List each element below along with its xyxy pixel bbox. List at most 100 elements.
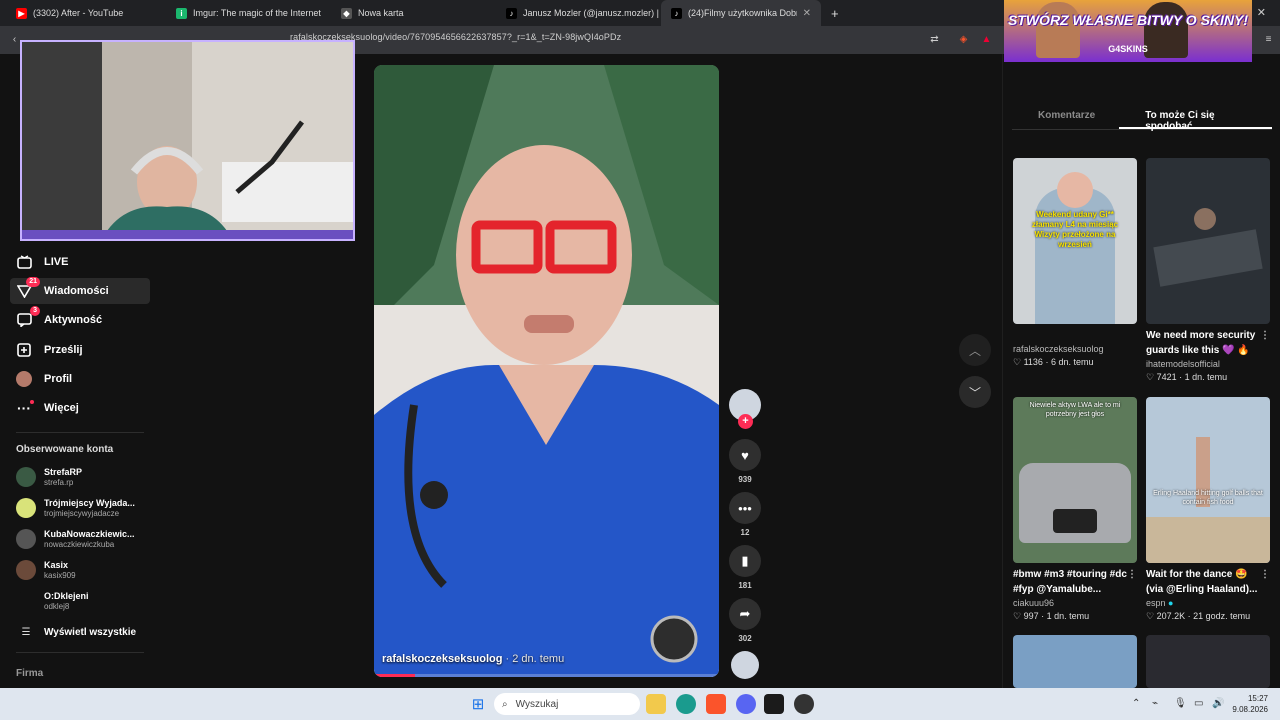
next-video-button[interactable]: ﹀ — [959, 376, 991, 408]
video-player[interactable]: rafalskoczekseksuolog · 2 dn. temu — [374, 65, 719, 677]
close-window-icon[interactable]: ✕ — [1257, 6, 1266, 19]
windows-taskbar: ⊞ ⌕ Wyszukaj ⌃ ⌁ 🎙 ▭ 🔊 15:27 9.08.2026 — [0, 688, 1280, 720]
card-stats: ♡ 207.2K · 21 godz. temu — [1146, 611, 1251, 621]
account-handle: kasix909 — [44, 570, 76, 580]
windows-start-icon[interactable]: ⊞ — [468, 694, 488, 714]
followed-account[interactable]: StrefaRP strefa.rp — [16, 463, 151, 491]
see-all-button[interactable]: ☰ Wyświetl wszystkie — [16, 618, 151, 646]
card-likes: 1136 — [1023, 357, 1043, 367]
sidebar-divider — [16, 652, 144, 653]
tray-chevron-icon[interactable]: ⌃ — [1132, 698, 1140, 709]
tab-imgur[interactable]: i Imgur: The magic of the Internet — [166, 0, 331, 26]
brave-shield-icon[interactable]: ◈ — [957, 33, 970, 46]
more-options-icon[interactable]: ⋮ — [1260, 567, 1270, 582]
taskbar-search[interactable]: ⌕ Wyszukaj — [494, 693, 640, 715]
app-icon[interactable] — [764, 694, 784, 714]
nav-live[interactable]: LIVE — [10, 249, 150, 275]
microphone-icon[interactable]: 🎙 — [1174, 698, 1187, 709]
new-tab-button[interactable]: + — [821, 0, 845, 26]
card-age: 1 dn. temu — [1184, 372, 1228, 382]
comment-count: 12 — [740, 528, 750, 537]
nav-upload[interactable]: Prześlij — [10, 337, 150, 363]
thumbnail-caption: Erling Haaland hitting golf balls that c… — [1153, 490, 1263, 506]
account-handle: strefa.rp — [44, 477, 74, 487]
profile-icon — [16, 371, 32, 387]
video-card[interactable]: Weekend udany Gi** złamany L4 na miesiąc… — [1013, 158, 1137, 368]
share-count: 302 — [738, 634, 752, 643]
rewards-icon[interactable]: ▲ — [980, 33, 993, 46]
video-card[interactable]: Niewiele aktyw LWA ale to mi potrzebny j… — [1013, 397, 1137, 622]
tab-youtube[interactable]: ▶ (3302) After - YouTube — [6, 0, 166, 26]
comment-button[interactable]: ••• — [729, 492, 761, 524]
avatar — [16, 498, 36, 518]
video-thumbnail: Erling Haaland hitting golf balls that c… — [1146, 397, 1270, 563]
edge-icon[interactable] — [676, 694, 696, 714]
tab-recommended[interactable]: To może Ci się spodobać — [1119, 110, 1272, 132]
activity-badge: 3 — [30, 306, 40, 316]
verified-icon: ● — [1168, 598, 1174, 608]
save-button[interactable]: ▮ — [729, 545, 761, 577]
nav-profile[interactable]: Profil — [10, 366, 150, 392]
video-card[interactable]: Erling Haaland hitting golf balls that c… — [1146, 397, 1270, 622]
tab-tiktok-mozler[interactable]: ♪ Janusz Mozler (@janusz.mozler) | Tik — [496, 0, 661, 26]
like-button[interactable]: ♥ — [729, 439, 761, 471]
file-explorer-icon[interactable] — [646, 694, 666, 714]
ad-banner[interactable]: STWÓRZ WŁASNE BITWY O SKINY! G4SKINS — [1004, 0, 1252, 62]
account-name: Trójmiejscy Wyjada... — [44, 497, 135, 508]
account-name: O:Dklejeni — [44, 590, 89, 601]
video-thumbnail — [1146, 635, 1270, 688]
thumbnail-caption: Niewiele aktyw LWA ale to mi potrzebny j… — [1029, 402, 1121, 418]
avatar — [16, 560, 36, 580]
volume-icon[interactable]: 🔊 — [1212, 698, 1224, 709]
followed-account[interactable]: KubaNowaczkiewic... nowaczkiewiczkuba — [16, 525, 151, 553]
previous-video-button[interactable]: ︿ — [959, 334, 991, 366]
shield-icon: ◆ — [341, 7, 352, 19]
followed-account[interactable]: Kasix kasix909 — [16, 556, 151, 584]
discord-icon[interactable] — [736, 694, 756, 714]
streamer-webcam — [20, 40, 355, 241]
close-tab-icon[interactable]: ✕ — [803, 8, 811, 19]
translate-icon[interactable]: ⇄ — [928, 33, 941, 46]
share-button[interactable]: ➦ — [729, 598, 761, 630]
more-options-icon[interactable]: ⋮ — [1127, 567, 1137, 582]
list-icon: ☰ — [21, 626, 31, 638]
obs-icon[interactable] — [794, 694, 814, 714]
video-card[interactable] — [1146, 635, 1270, 688]
followed-account[interactable]: Trójmiejscy Wyjada... trojmiejscywyjadacz… — [16, 494, 151, 522]
nav-label: LIVE — [44, 256, 69, 268]
tab-title: Janusz Mozler (@janusz.mozler) | Tik — [523, 8, 661, 18]
network-icon[interactable]: ⌁ — [1152, 698, 1158, 709]
company-link[interactable]: Firma — [16, 668, 43, 679]
card-likes: 207.2K — [1156, 611, 1186, 621]
monitor-icon[interactable]: ▭ — [1194, 698, 1203, 709]
card-user: espn ● — [1146, 598, 1270, 608]
taskbar-clock[interactable]: 15:27 9.08.2026 — [1232, 693, 1268, 715]
nav-messages[interactable]: 21 Wiadomości — [10, 277, 150, 304]
ad-headline: STWÓRZ WŁASNE BITWY O SKINY! — [1007, 12, 1249, 28]
nav-activity[interactable]: 3 Aktywność — [10, 306, 150, 333]
tiktok-icon: ♪ — [506, 7, 517, 19]
more-options-icon[interactable]: ⋮ — [1260, 328, 1270, 343]
video-author[interactable]: rafalskoczekseksuolog · 2 dn. temu — [382, 653, 564, 665]
card-user: rafalskoczekseksuolog — [1013, 344, 1104, 354]
share-icon: ➦ — [739, 606, 751, 621]
video-card[interactable]: We need more security guards like this 💜… — [1146, 158, 1270, 383]
nav-label: Wiadomości — [44, 285, 109, 297]
nav-label: Profil — [44, 373, 73, 385]
avatar — [16, 467, 36, 487]
followed-account[interactable]: O:Dklejeni odklej8 — [16, 587, 151, 615]
menu-icon[interactable]: ≡ — [1262, 33, 1275, 46]
live-icon — [16, 254, 32, 270]
tab-tiktok-active[interactable]: ♪ (24)Filmy użytkownika Dobry_se ✕ — [661, 0, 821, 26]
video-progress[interactable] — [374, 674, 719, 677]
creator-avatar[interactable]: + — [729, 389, 761, 429]
tab-comments[interactable]: Komentarze — [1012, 110, 1119, 129]
card-user-name: espn — [1146, 598, 1166, 608]
tab-new[interactable]: ◆ Nowa karta — [331, 0, 496, 26]
video-card[interactable] — [1013, 635, 1137, 688]
brave-icon[interactable] — [706, 694, 726, 714]
author-name: rafalskoczekseksuolog — [382, 653, 503, 665]
follow-plus-icon[interactable]: + — [738, 414, 753, 429]
nav-more[interactable]: ··· Więcej — [10, 395, 150, 421]
sound-avatar[interactable] — [731, 651, 759, 679]
